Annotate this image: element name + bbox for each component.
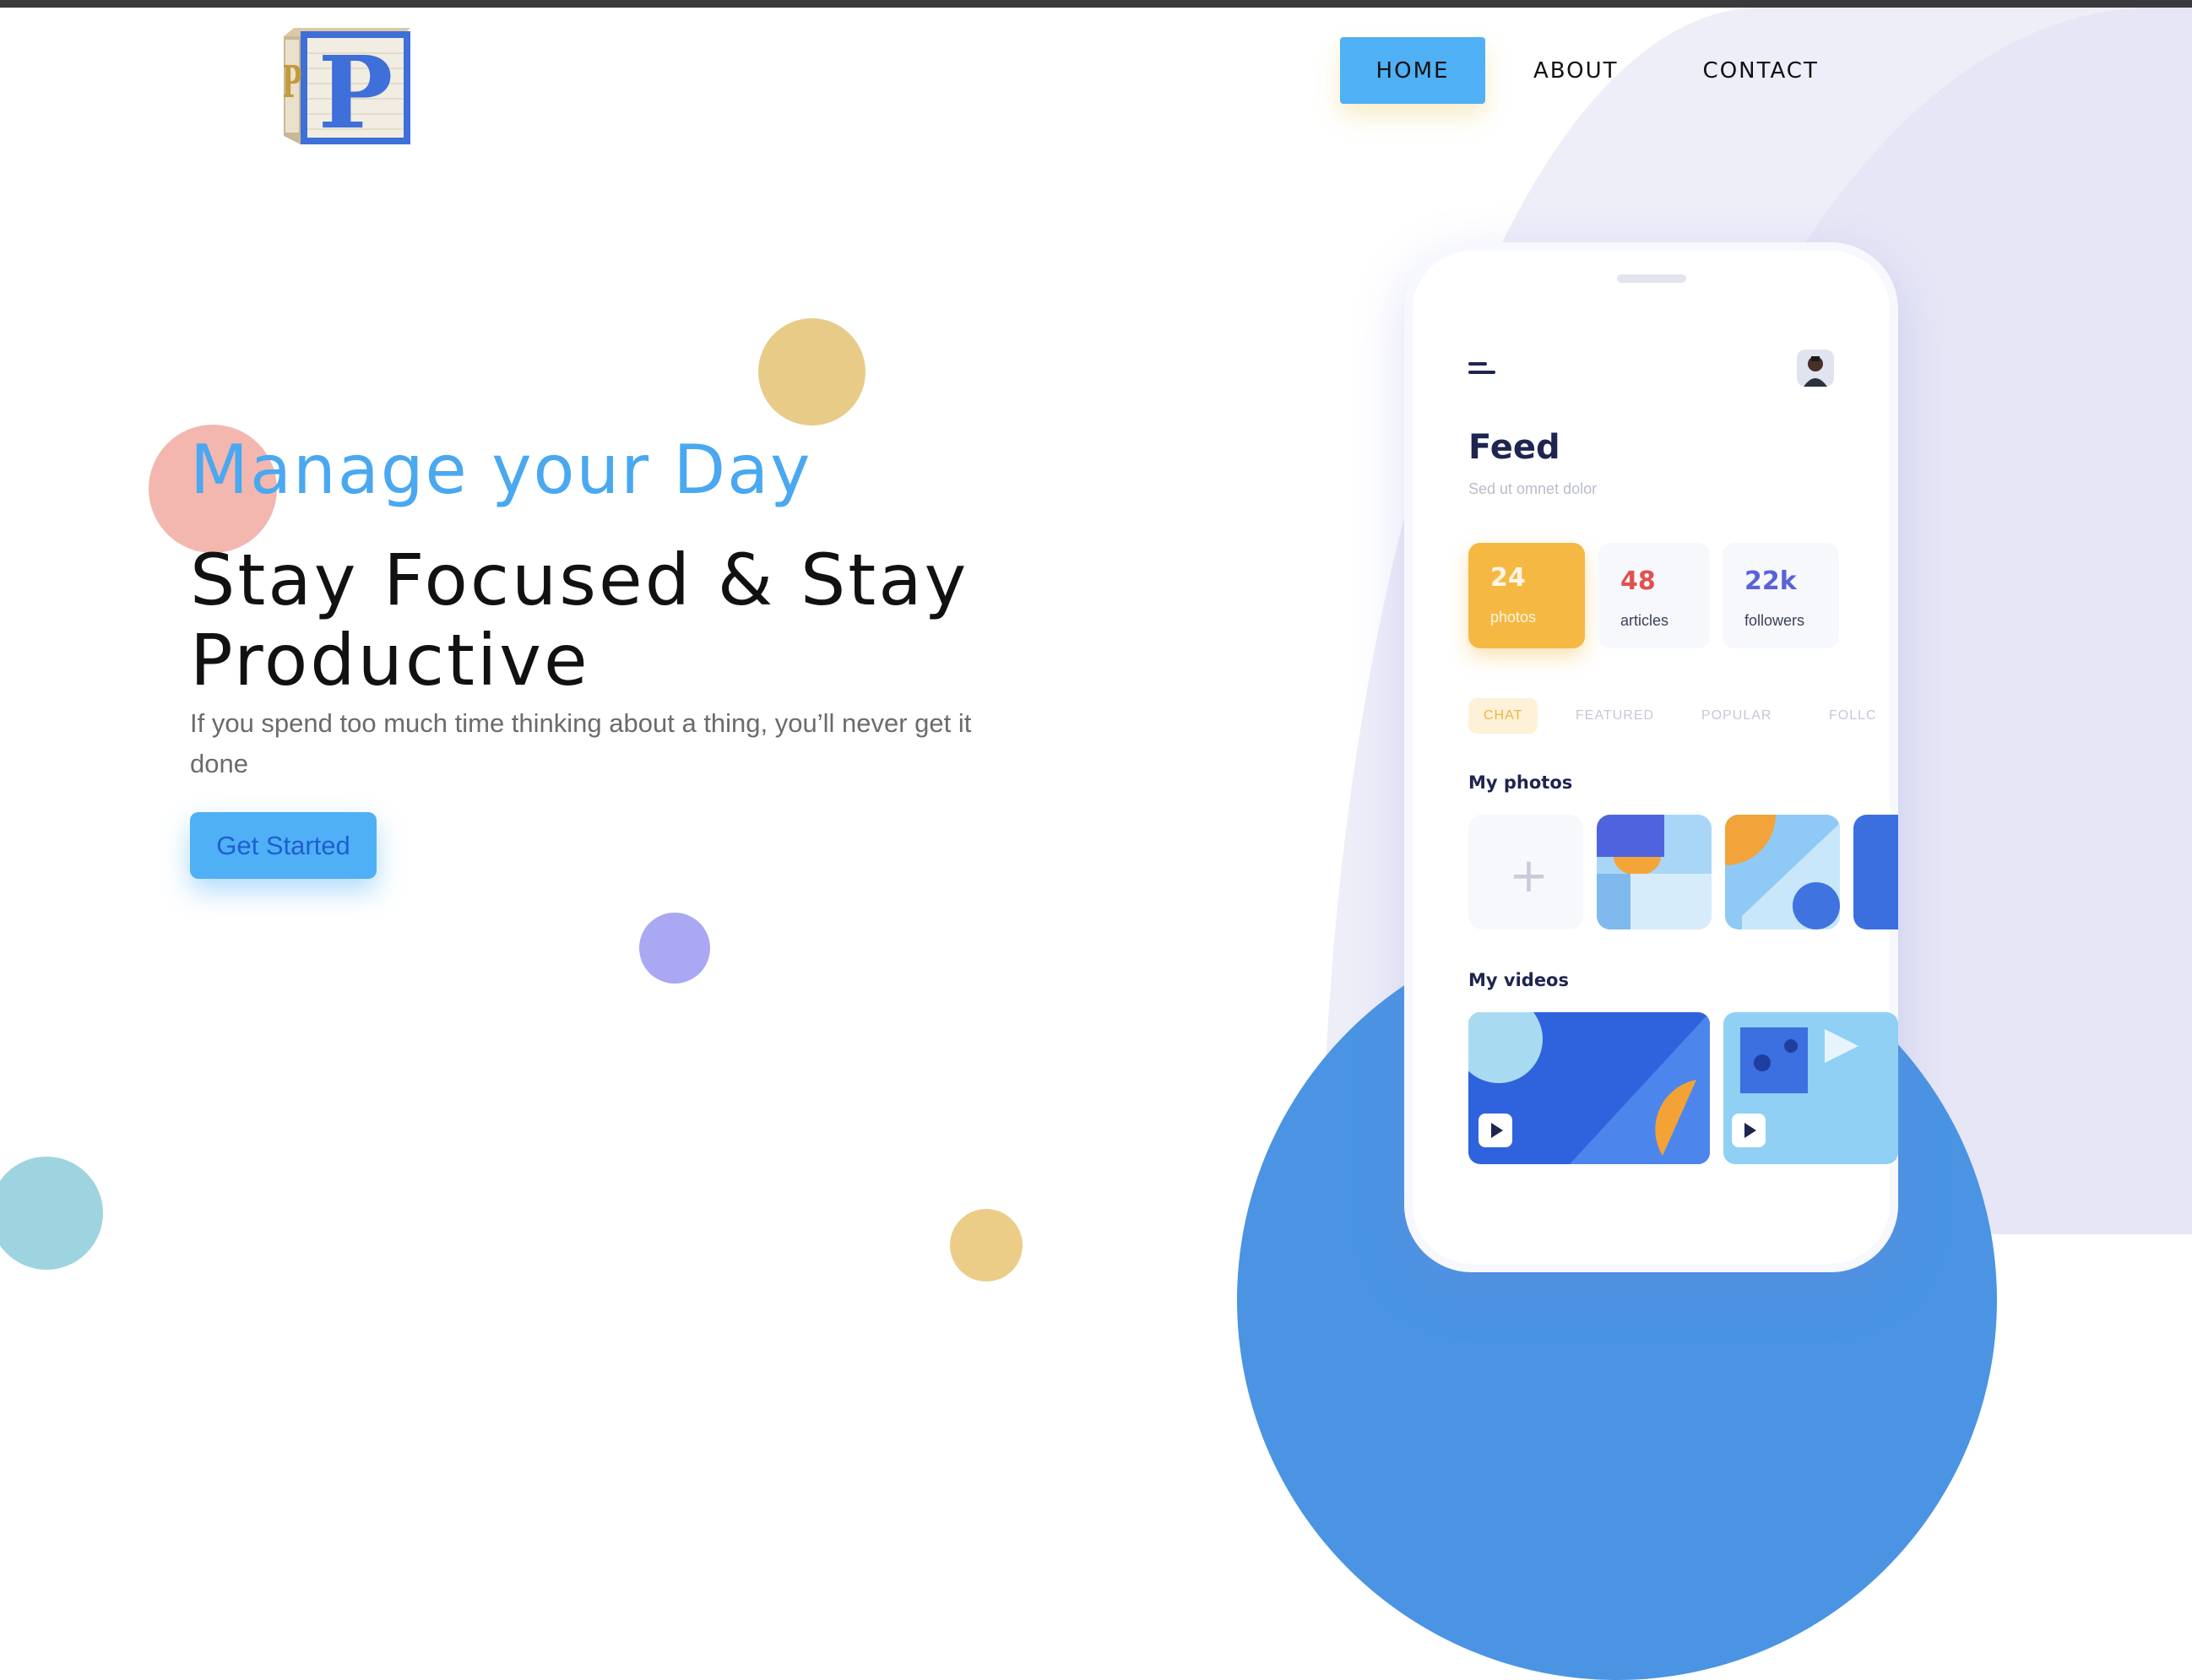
letter-block-logo-icon: P P xyxy=(282,28,410,151)
stat-value: 48 xyxy=(1620,566,1656,596)
tab-popular: POPULAR xyxy=(1701,708,1772,723)
decor-dot-teal xyxy=(0,1157,103,1270)
stat-label: articles xyxy=(1620,612,1669,629)
stat-value: 24 xyxy=(1490,563,1526,593)
hero-title: Stay Focused & Stay Productive xyxy=(190,540,1034,701)
logo-side-letter: P xyxy=(284,57,301,109)
stat-card-followers: 22k followers xyxy=(1723,543,1839,648)
phone-speaker xyxy=(1617,274,1686,283)
stat-label: followers xyxy=(1744,612,1805,629)
nav-home-link[interactable]: HOME xyxy=(1340,37,1485,104)
window-top-bar xyxy=(0,0,2192,8)
decor-dot-purple xyxy=(639,913,710,984)
hamburger-menu-icon xyxy=(1468,362,1495,377)
stat-label: photos xyxy=(1490,609,1537,626)
plus-icon: + xyxy=(1509,848,1549,903)
get-started-button[interactable]: Get Started xyxy=(190,812,377,879)
nav-about-link[interactable]: ABOUT xyxy=(1533,37,1619,104)
decor-dot-yellow-bottom xyxy=(950,1209,1023,1282)
my-photos-heading: My photos xyxy=(1468,772,1573,793)
abstract-image-icon xyxy=(1597,815,1712,929)
photo-thumbnail xyxy=(1853,815,1898,929)
site-logo[interactable]: P P xyxy=(282,28,410,151)
stat-card-photos: 24 photos xyxy=(1468,543,1585,648)
feed-title: Feed xyxy=(1468,428,1560,467)
play-icon xyxy=(1479,1114,1512,1147)
stat-card-articles: 48 articles xyxy=(1598,543,1710,648)
hero-description: If you spend too much time thinking abou… xyxy=(190,708,972,778)
main-nav: HOME ABOUT CONTACT xyxy=(1340,37,1819,104)
tab-featured: FEATURED xyxy=(1576,708,1655,723)
tab-chat: CHAT xyxy=(1468,698,1538,734)
tab-following: FOLLC xyxy=(1829,708,1877,723)
play-icon xyxy=(1732,1114,1766,1147)
abstract-image-icon xyxy=(1725,815,1840,929)
video-strip xyxy=(1468,1012,1898,1166)
video-thumbnail xyxy=(1468,1012,1710,1164)
video-thumbnail xyxy=(1723,1012,1898,1164)
feed-subtitle: Sed ut omnet dolor xyxy=(1468,480,1598,497)
decor-dot-yellow xyxy=(758,318,865,425)
hero-title-line-2: Productive xyxy=(190,619,590,702)
logo-letter: P xyxy=(318,34,393,144)
abstract-image-icon xyxy=(1853,815,1898,929)
add-photo-tile: + xyxy=(1468,815,1583,929)
feed-tabs: CHAT FEATURED POPULAR FOLLC xyxy=(1468,698,1898,735)
avatar xyxy=(1797,350,1834,387)
photo-strip: + xyxy=(1468,815,1898,933)
hero-subtitle: Manage your Day xyxy=(190,431,812,509)
stat-value: 22k xyxy=(1744,566,1797,596)
photo-thumbnail xyxy=(1597,815,1712,929)
user-avatar-icon xyxy=(1797,350,1834,387)
photo-thumbnail xyxy=(1725,815,1840,929)
phone-mockup: Feed Sed ut omnet dolor 24 photos 48 art… xyxy=(1404,242,1898,1272)
hero-title-line-1: Stay Focused & Stay xyxy=(190,539,969,621)
nav-contact-link[interactable]: CONTACT xyxy=(1703,37,1819,104)
my-videos-heading: My videos xyxy=(1468,970,1569,990)
